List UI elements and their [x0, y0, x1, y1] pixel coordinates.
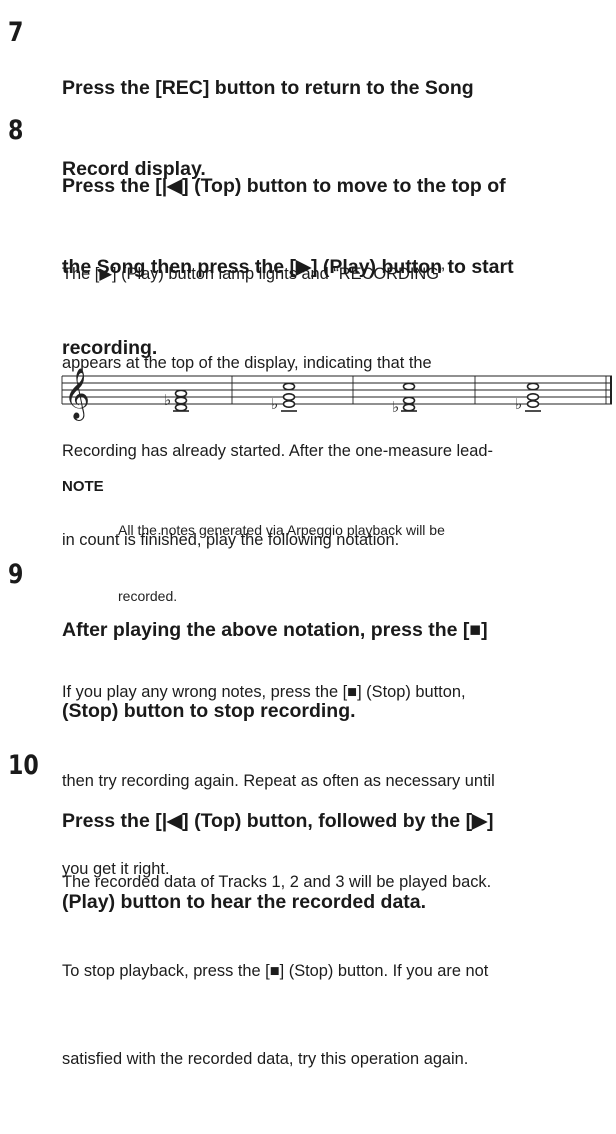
flat-sign: ♭	[271, 395, 278, 413]
body-line: If you play any wrong notes, press the […	[62, 683, 466, 701]
flat-sign: ♭	[164, 391, 171, 409]
step-number: 9	[8, 559, 24, 590]
flat-sign: ♭	[515, 395, 522, 413]
body-line: The recorded data of Tracks 1, 2 and 3 w…	[62, 873, 492, 891]
note-box: NOTE All the notes generated via Arpeggi…	[62, 475, 445, 604]
body-line: satisfied with the recorded data, try th…	[62, 1050, 469, 1068]
step-number: 8	[8, 115, 24, 146]
treble-clef-icon: 𝄞	[64, 368, 90, 421]
note-line: All the notes generated via Arpeggio pla…	[118, 522, 445, 538]
heading-line: Press the [REC] button to return to the …	[62, 77, 474, 99]
body-line: The [▶] (Play) button lamp lights and “R…	[62, 265, 445, 283]
step-number: 10	[8, 750, 39, 781]
step-body: The recorded data of Tracks 1, 2 and 3 w…	[62, 809, 616, 1134]
body-line: To stop playback, press the [■] (Stop) b…	[62, 961, 489, 980]
note-label: NOTE	[62, 478, 104, 495]
step-number: 7	[8, 17, 24, 48]
flat-sign: ♭	[392, 398, 399, 416]
music-notation: 𝄞 ♭ ♭ ♭ ♭	[61, 368, 612, 421]
body-line: Recording has already started. After the…	[62, 442, 493, 460]
heading-line: Press the [|◀] (Top) button to move to t…	[62, 175, 506, 197]
